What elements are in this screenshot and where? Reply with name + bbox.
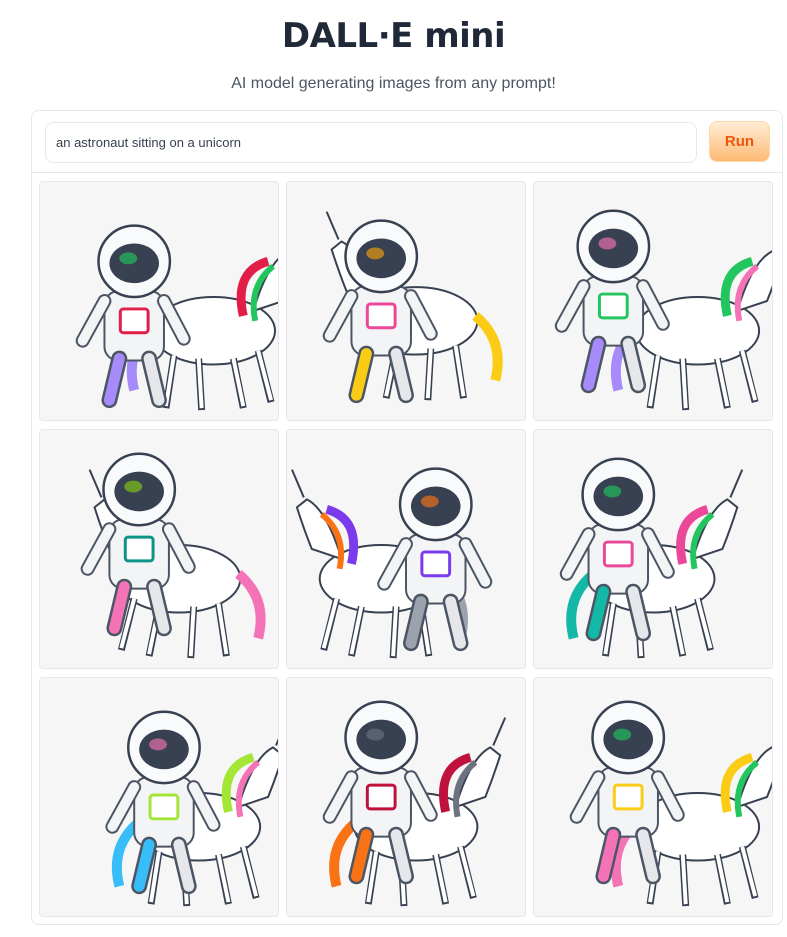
generated-image (287, 182, 525, 420)
result-image[interactable] (286, 181, 526, 421)
result-image[interactable] (39, 677, 279, 917)
generator-panel: Run (31, 110, 783, 925)
page-subtitle: AI model generating images from any prom… (231, 75, 556, 92)
result-image[interactable] (533, 677, 773, 917)
generated-image (40, 678, 278, 916)
generated-image (40, 430, 278, 668)
result-image[interactable] (533, 429, 773, 669)
generated-image (534, 430, 772, 668)
generated-image (40, 182, 278, 420)
image-grid (39, 181, 775, 918)
result-image[interactable] (39, 181, 279, 421)
result-image[interactable] (286, 677, 526, 917)
result-image[interactable] (39, 429, 279, 669)
result-image[interactable] (533, 181, 773, 421)
run-button[interactable]: Run (709, 121, 770, 162)
prompt-input[interactable] (45, 122, 697, 163)
generated-image (287, 678, 525, 916)
generated-image (534, 678, 772, 916)
generated-image (534, 182, 772, 420)
generated-image (287, 430, 525, 668)
prompt-row: Run (32, 111, 782, 173)
page-title: DALL·E mini (281, 16, 506, 56)
result-image[interactable] (286, 429, 526, 669)
